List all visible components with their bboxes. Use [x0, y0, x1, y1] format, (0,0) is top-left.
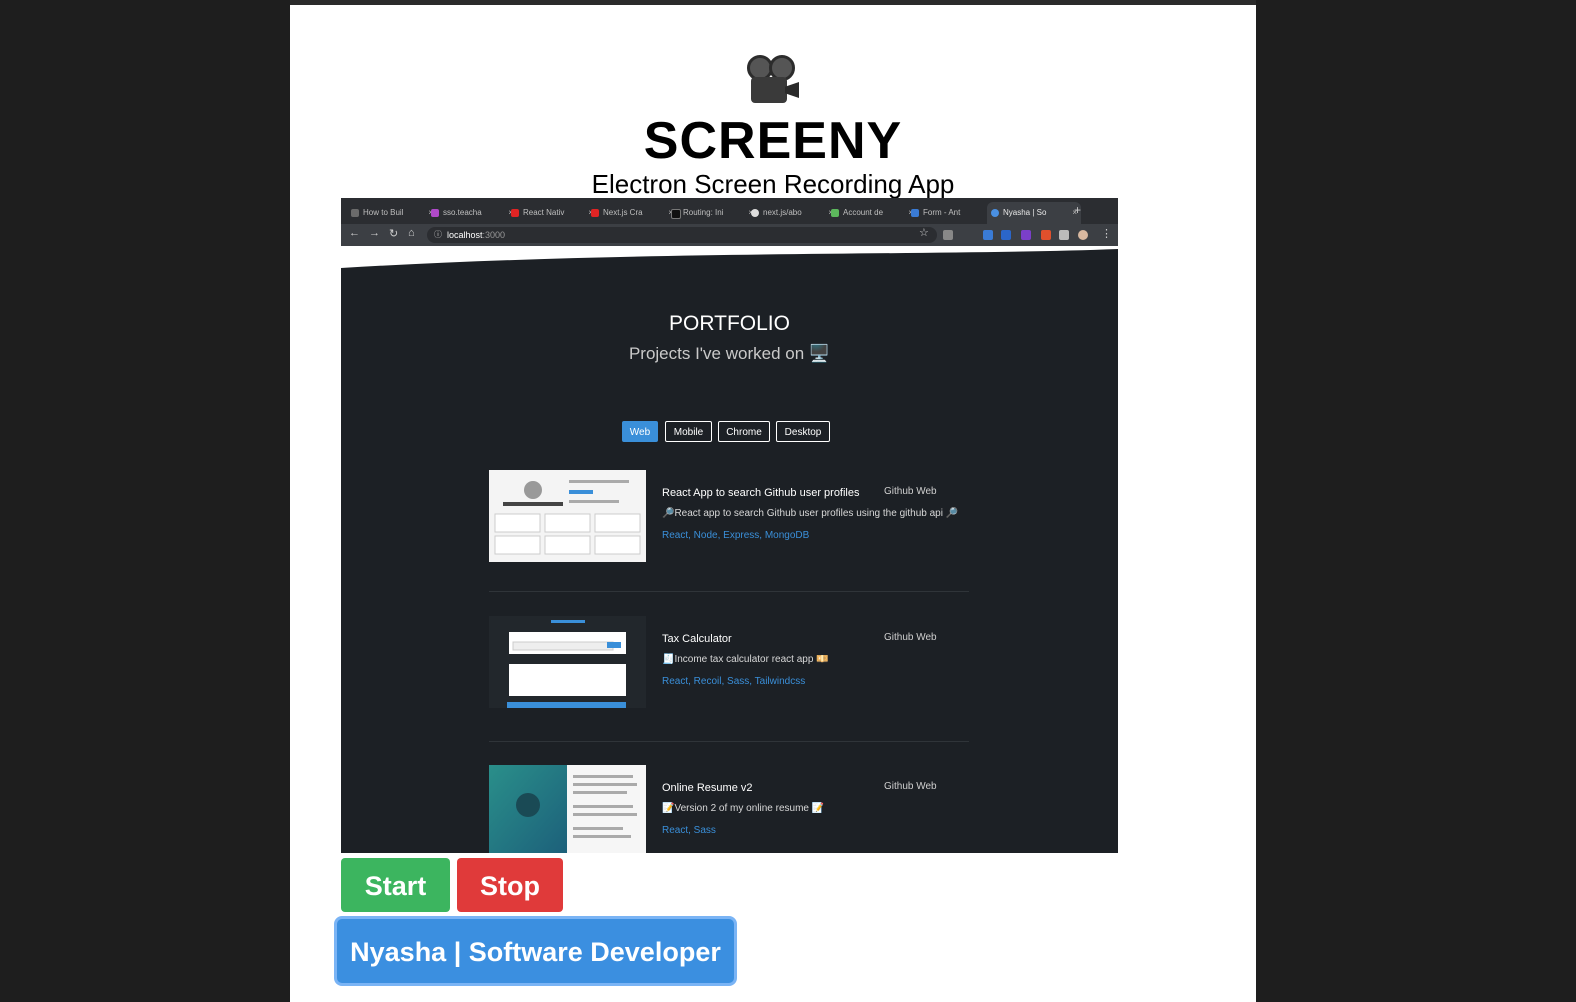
extension-icon [943, 230, 953, 240]
browser-tab: Form - Ant× [907, 202, 997, 224]
project-thumbnail [489, 470, 646, 562]
filter-desktop: Desktop [776, 421, 830, 442]
browser-tab: Routing: Ini× [667, 202, 757, 224]
project-card: React App to search Github user profiles… [489, 470, 969, 570]
stop-button[interactable]: Stop [457, 858, 563, 912]
app-window: SCREENY Electron Screen Recording App Ho… [290, 0, 1256, 1002]
kebab-menu-icon: ⋮ [1101, 228, 1112, 240]
divider [489, 741, 969, 742]
favicon-icon [831, 209, 839, 217]
home-icon: ⌂ [408, 227, 415, 239]
video-source-select-button[interactable]: Nyasha | Software Developer [337, 919, 734, 983]
browser-tab: React Nativ× [507, 202, 597, 224]
app-subtitle: Electron Screen Recording App [591, 169, 955, 199]
info-icon: ⓘ [434, 230, 442, 239]
youtube-icon [591, 209, 599, 217]
favicon-icon [431, 209, 439, 217]
plus-icon: + [1074, 203, 1082, 217]
star-icon: ☆ [919, 227, 929, 239]
portfolio-title: PORTFOLIO [669, 312, 790, 335]
browser-tab: sso.teacha× [427, 202, 517, 224]
github-icon [751, 209, 759, 217]
portfolio-subtitle: Projects I've worked on 🖥️ [628, 344, 831, 363]
filter-web: Web [622, 421, 658, 442]
project-description: 📝Version 2 of my online resume 📝 [662, 803, 825, 814]
browser-tab-active: Nyasha | So × [987, 202, 1081, 224]
extension-icon [983, 230, 993, 240]
project-title: Tax Calculator [662, 633, 732, 645]
app-title: SCREENY [643, 112, 903, 170]
project-tags: React, Node, Express, MongoDB [662, 530, 810, 541]
browser-tab: How to Buil× [347, 202, 437, 224]
project-card: Online Resume v2 📝Version 2 of my online… [489, 765, 969, 853]
divider [489, 591, 969, 592]
project-thumbnail [489, 765, 646, 853]
browser-address-bar: ← → ↻ ⌂ ⓘ localhost:3000 ☆ ⋮ [341, 224, 1118, 246]
filter-chrome: Chrome [718, 421, 770, 442]
video-preview: How to Buil× sso.teacha× React Nativ× Ne… [341, 198, 1118, 853]
project-title: React App to search Github user profiles [662, 487, 860, 499]
puzzle-icon [1059, 230, 1069, 240]
header-wave [341, 246, 1118, 268]
start-button[interactable]: Start [341, 858, 450, 912]
extension-icon [1001, 230, 1011, 240]
filter-mobile: Mobile [665, 421, 712, 442]
extension-icon [1021, 230, 1031, 240]
youtube-icon [511, 209, 519, 217]
favicon-icon [911, 209, 919, 217]
project-links: Github Web [884, 781, 937, 792]
project-links: Github Web [884, 632, 937, 643]
browser-tab: Account de× [827, 202, 917, 224]
project-title: Online Resume v2 [662, 782, 753, 794]
logo [290, 55, 1256, 118]
forward-icon: → [369, 227, 380, 239]
project-card: Tax Calculator 🧾Income tax calculator re… [489, 616, 969, 716]
nextjs-icon [671, 209, 681, 219]
browser-tab: Next.js Cra× [587, 202, 677, 224]
extension-icon [1041, 230, 1051, 240]
avatar [1078, 230, 1088, 240]
project-tags: React, Recoil, Sass, Tailwindcss [662, 676, 806, 687]
project-tags: React, Sass [662, 825, 716, 836]
browser-tab-bar: How to Buil× sso.teacha× React Nativ× Ne… [341, 198, 1118, 224]
project-description: 🧾Income tax calculator react app 💴 [662, 654, 829, 665]
movie-camera-icon [745, 55, 801, 107]
project-links: Github Web [884, 486, 937, 497]
favicon-icon [351, 209, 359, 217]
back-icon: ← [349, 227, 360, 239]
project-thumbnail [489, 616, 646, 708]
url-field: ⓘ localhost:3000 [427, 227, 937, 243]
browser-tab: next.js/abo× [747, 202, 837, 224]
project-description: 🔎React app to search Github user profile… [662, 508, 959, 519]
favicon-icon [991, 209, 999, 217]
reload-icon: ↻ [389, 228, 399, 240]
